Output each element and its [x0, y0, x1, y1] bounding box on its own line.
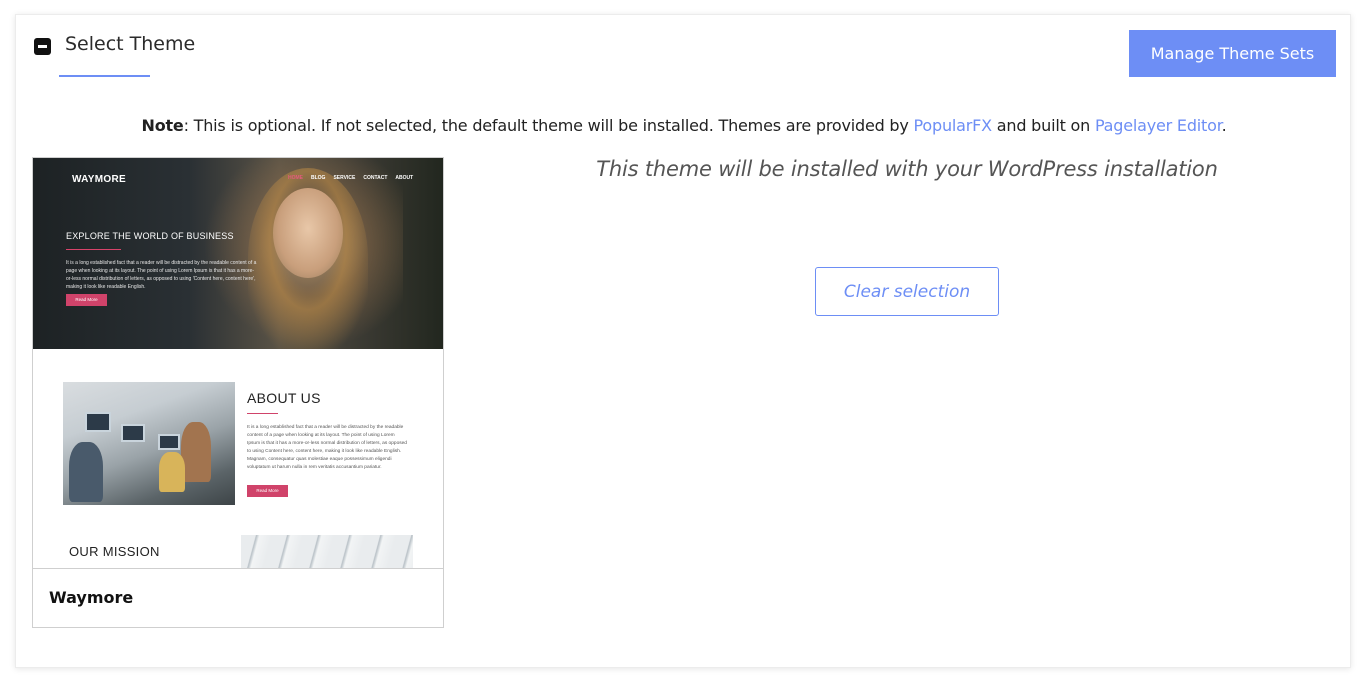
- popularfx-link[interactable]: PopularFX: [914, 116, 993, 135]
- preview-about-text: It is a long established fact that a rea…: [247, 425, 407, 470]
- preview-hero-text: It is a long established fact that a rea…: [66, 260, 257, 290]
- manage-theme-sets-button[interactable]: Manage Theme Sets: [1129, 30, 1336, 77]
- clear-selection-button[interactable]: Clear selection: [815, 267, 999, 316]
- preview-mission-title: OUR MISSION: [69, 544, 160, 559]
- theme-name: Waymore: [49, 588, 134, 607]
- preview-nav-item: CONTACT: [363, 175, 388, 181]
- preview-nav-item: ABOUT: [395, 175, 414, 181]
- collapse-icon[interactable]: [34, 38, 51, 55]
- panel-title: Select Theme: [65, 33, 196, 55]
- preview-hero-button: Read More: [66, 294, 107, 306]
- pagelayer-link[interactable]: Pagelayer Editor: [1095, 116, 1222, 135]
- preview-hero: WAYMORE HOME BLOG SERVICE CONTACT ABOUT …: [33, 158, 443, 349]
- preview-nav-item: HOME: [288, 175, 303, 181]
- preview-mission-photo: [241, 535, 413, 568]
- theme-preview-image[interactable]: WAYMORE HOME BLOG SERVICE CONTACT ABOUT …: [33, 158, 443, 569]
- note-text-middle: and built on: [991, 116, 1095, 135]
- title-underline: [59, 75, 150, 77]
- optional-note: Note: This is optional. If not selected,…: [16, 116, 1352, 135]
- preview-about-title: ABOUT US: [247, 390, 321, 406]
- preview-nav: HOME BLOG SERVICE CONTACT ABOUT: [288, 175, 413, 181]
- preview-about-button: Read More: [247, 485, 288, 497]
- preview-nav-item: SERVICE: [333, 175, 356, 181]
- note-text-after: .: [1221, 116, 1227, 135]
- install-note: This theme will be installed with your W…: [596, 157, 1218, 181]
- theme-card-waymore[interactable]: WAYMORE HOME BLOG SERVICE CONTACT ABOUT …: [32, 157, 444, 628]
- preview-nav-item: BLOG: [311, 175, 326, 181]
- preview-hero-heading: EXPLORE THE WORLD OF BUSINESS: [66, 231, 234, 241]
- note-label: Note: [141, 116, 184, 135]
- note-text-before: : This is optional. If not selected, the…: [183, 116, 914, 135]
- theme-panel: Select Theme Manage Theme Sets Note: Thi…: [15, 14, 1351, 668]
- preview-about-photo: [63, 382, 235, 505]
- preview-logo: WAYMORE: [72, 174, 126, 185]
